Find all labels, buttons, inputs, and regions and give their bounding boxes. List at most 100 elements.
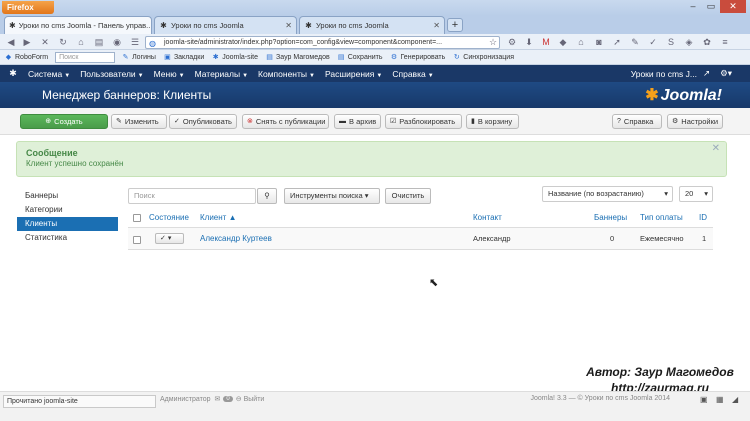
trash-button[interactable]: ▮ В корзину bbox=[466, 114, 519, 129]
bookmarks-item[interactable]: ▣ Закладки bbox=[163, 53, 204, 62]
search-input[interactable]: Поиск bbox=[128, 188, 256, 204]
edit-button[interactable]: ✎ Изменить bbox=[111, 114, 167, 129]
sort-select[interactable]: Название (по возрастанию) ▾ bbox=[542, 186, 673, 202]
help-button[interactable]: ? Справка bbox=[612, 114, 662, 129]
screen-icon[interactable]: ▣ bbox=[700, 395, 708, 404]
bookmark-icon[interactable]: ◆ bbox=[556, 34, 570, 50]
chevron-down-icon: ▼ bbox=[242, 72, 249, 79]
header-contact[interactable]: Контакт bbox=[473, 213, 502, 222]
header-purchase-type[interactable]: Тип оплаты bbox=[640, 213, 683, 222]
bookmarks-search-input[interactable]: Поиск bbox=[55, 51, 116, 63]
skype-icon[interactable]: S bbox=[664, 34, 678, 50]
close-window-icon[interactable]: ✕ bbox=[720, 0, 746, 13]
create-button[interactable]: ⊕ Создать bbox=[20, 114, 108, 129]
checkin-icon: ☑ bbox=[390, 118, 397, 125]
site-link[interactable]: Уроки по cms J... bbox=[631, 69, 697, 79]
nav-components[interactable]: Компоненты ▼ bbox=[258, 69, 315, 79]
limit-select[interactable]: 20 ▾ bbox=[679, 186, 713, 202]
nav-extensions[interactable]: Расширения ▼ bbox=[325, 69, 382, 79]
camera-icon[interactable]: ◙ bbox=[592, 34, 606, 50]
search-icon[interactable]: ⚲ bbox=[257, 188, 277, 204]
toolbar: ⊕ Создать ✎ Изменить ✓ Опубликовать ⊗ Снять … bbox=[0, 108, 750, 135]
sync-item[interactable]: ↻ Синхронизация bbox=[452, 53, 514, 62]
history-icon[interactable]: ☰ bbox=[128, 34, 142, 50]
home2-icon[interactable]: ⌂ bbox=[574, 34, 588, 50]
external-link-icon[interactable]: ↗ bbox=[703, 68, 710, 79]
joomla-site-item[interactable]: ✱ Joomla-site bbox=[211, 53, 258, 62]
back-icon[interactable]: ◀ bbox=[4, 34, 18, 50]
tools-icon[interactable]: ✎ bbox=[628, 34, 642, 50]
ext-icon[interactable]: ◈ bbox=[682, 34, 696, 50]
sidebar-item-clients[interactable]: Клиенты bbox=[17, 217, 118, 231]
minimize-icon[interactable]: – bbox=[684, 0, 702, 13]
header-client[interactable]: Клиент ▲ bbox=[200, 213, 236, 222]
print-icon[interactable]: ▤ bbox=[92, 34, 106, 50]
browser-tab-2[interactable]: ✱ Уроки по cms Joomla ✕ bbox=[154, 16, 297, 34]
admin-label[interactable]: Администратор bbox=[160, 396, 211, 403]
archive-button[interactable]: ▬ В архив bbox=[334, 114, 381, 129]
header-id[interactable]: ID bbox=[699, 213, 707, 222]
lock-icon[interactable]: ◉ bbox=[110, 34, 124, 50]
new-tab-button[interactable]: + bbox=[447, 18, 463, 32]
message-text: Клиент успешно сохранён bbox=[26, 159, 124, 168]
close-icon[interactable]: ✕ bbox=[712, 143, 720, 154]
select-all-checkbox[interactable] bbox=[133, 214, 141, 222]
mail-icon[interactable]: M bbox=[539, 34, 553, 50]
forward-icon[interactable]: ▶ bbox=[20, 34, 34, 50]
resize-icon[interactable]: ◢ bbox=[732, 395, 738, 404]
nav-help[interactable]: Справка ▼ bbox=[392, 69, 433, 79]
logins-item[interactable]: ✎ Логины bbox=[121, 53, 156, 62]
nav-users[interactable]: Пользователи ▼ bbox=[80, 69, 143, 79]
sidebar-item-categories[interactable]: Категории bbox=[17, 203, 118, 217]
unlock-button[interactable]: ☑ Разблокировать bbox=[385, 114, 462, 129]
header-state[interactable]: Состояние bbox=[149, 213, 189, 222]
edit-icon: ✎ bbox=[116, 118, 122, 125]
maximize-icon[interactable]: ▭ bbox=[702, 0, 720, 13]
client-name-link[interactable]: Александр Куртеев bbox=[200, 234, 272, 243]
joomla-logo-icon[interactable]: ✱ bbox=[6, 68, 20, 79]
grid-icon[interactable]: ▦ bbox=[716, 395, 724, 404]
logout-icon[interactable]: ⊖ bbox=[236, 395, 242, 403]
menu-icon[interactable]: ≡ bbox=[718, 34, 732, 50]
mail-icon[interactable]: ✉ bbox=[215, 395, 221, 403]
publish-button[interactable]: ✓ Опубликовать bbox=[169, 114, 237, 129]
clear-button[interactable]: Очистить bbox=[385, 188, 431, 204]
download-icon[interactable]: ⬇ bbox=[522, 34, 536, 50]
unpublish-button[interactable]: ⊗ Снять с публикации bbox=[242, 114, 329, 129]
browser-tab-3[interactable]: ✱ Уроки по cms Joomla ✕ bbox=[299, 16, 445, 34]
firefox-menu-button[interactable]: Firefox bbox=[2, 1, 54, 14]
browser-tab-1[interactable]: ✱ Уроки по cms Joomla - Панель управ... … bbox=[4, 16, 152, 34]
client-purchase-type: Ежемесячно bbox=[640, 234, 684, 243]
zaur-item[interactable]: ▤ Заур Магомедов bbox=[265, 53, 329, 62]
save-item[interactable]: ▤ Сохранить bbox=[337, 53, 383, 62]
tab-title: Уроки по cms Joomla bbox=[171, 21, 244, 30]
gear-icon: ⚙ bbox=[672, 118, 679, 125]
roboform-item[interactable]: ◆ RoboForm bbox=[4, 53, 48, 62]
reload-icon[interactable]: ↻ bbox=[56, 34, 70, 50]
stop-icon[interactable]: ✕ bbox=[38, 34, 52, 50]
generate-item[interactable]: ⚙ Генерировать bbox=[389, 53, 445, 62]
search-tools-button[interactable]: Инструменты поиска ▾ bbox=[284, 188, 380, 204]
user-gear-icon[interactable]: ⚙▾ bbox=[720, 68, 732, 79]
header-banners[interactable]: Баннеры bbox=[594, 213, 627, 222]
pin-icon[interactable]: ✓ bbox=[646, 34, 660, 50]
state-toggle[interactable]: ✓ ▾ bbox=[155, 233, 184, 244]
sidebar-item-tracks[interactable]: Статистика bbox=[17, 231, 118, 245]
ext2-icon[interactable]: ✿ bbox=[700, 34, 714, 50]
nav-content[interactable]: Материалы ▼ bbox=[195, 69, 248, 79]
row-checkbox[interactable] bbox=[133, 236, 141, 244]
success-message: Сообщение Клиент успешно сохранён ✕ bbox=[16, 141, 727, 177]
home-icon[interactable]: ⌂ bbox=[74, 34, 88, 50]
options-button[interactable]: ⚙ Настройки bbox=[667, 114, 723, 129]
arrow-icon[interactable]: ➚ bbox=[610, 34, 624, 50]
logout-link[interactable]: Выйти bbox=[244, 396, 265, 403]
nav-system[interactable]: Система ▼ bbox=[28, 69, 70, 79]
address-bar[interactable]: ◍ joomla-site/administrator/index.php?op… bbox=[145, 36, 500, 49]
tab-close-icon[interactable]: ✕ bbox=[433, 21, 440, 30]
star-icon[interactable]: ☆ bbox=[488, 34, 498, 50]
nav-menus[interactable]: Меню ▼ bbox=[154, 69, 185, 79]
sidebar-item-banners[interactable]: Баннеры bbox=[17, 189, 118, 203]
tab-close-icon[interactable]: ✕ bbox=[285, 21, 292, 30]
addon-icon[interactable]: ⚙ bbox=[505, 34, 519, 50]
chevron-down-icon: ▼ bbox=[137, 72, 144, 79]
